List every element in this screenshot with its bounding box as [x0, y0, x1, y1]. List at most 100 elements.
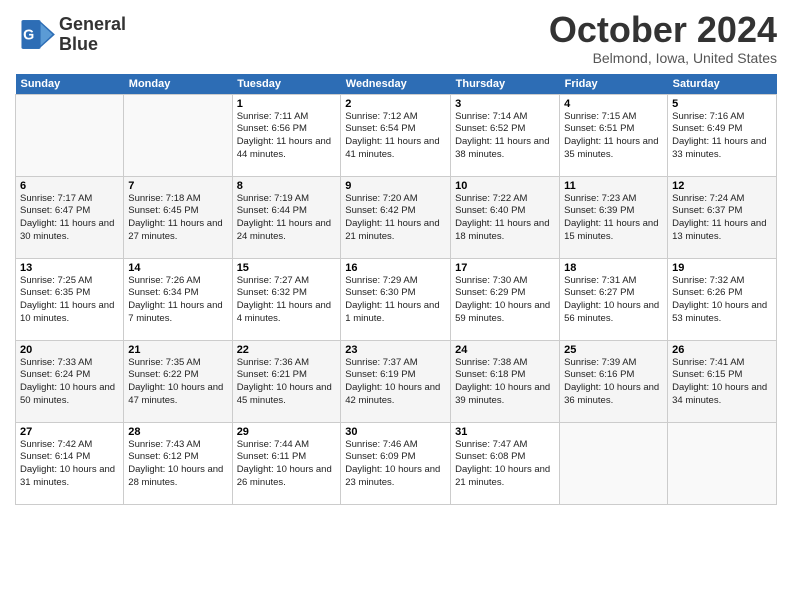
calendar-cell: 29Sunrise: 7:44 AM Sunset: 6:11 PM Dayli…: [232, 422, 341, 504]
calendar-cell: 8Sunrise: 7:19 AM Sunset: 6:44 PM Daylig…: [232, 176, 341, 258]
day-info: Sunrise: 7:17 AM Sunset: 6:47 PM Dayligh…: [20, 193, 119, 244]
calendar-cell: 2Sunrise: 7:12 AM Sunset: 6:54 PM Daylig…: [341, 94, 451, 176]
day-number: 29: [237, 426, 337, 438]
day-number: 5: [672, 98, 772, 110]
day-info: Sunrise: 7:44 AM Sunset: 6:11 PM Dayligh…: [237, 439, 337, 490]
calendar-cell: 19Sunrise: 7:32 AM Sunset: 6:26 PM Dayli…: [668, 258, 777, 340]
day-number: 3: [455, 98, 555, 110]
day-number: 31: [455, 426, 555, 438]
calendar-cell: 7Sunrise: 7:18 AM Sunset: 6:45 PM Daylig…: [124, 176, 232, 258]
day-info: Sunrise: 7:33 AM Sunset: 6:24 PM Dayligh…: [20, 357, 119, 408]
day-info: Sunrise: 7:35 AM Sunset: 6:22 PM Dayligh…: [128, 357, 227, 408]
day-info: Sunrise: 7:42 AM Sunset: 6:14 PM Dayligh…: [20, 439, 119, 490]
calendar-cell: 5Sunrise: 7:16 AM Sunset: 6:49 PM Daylig…: [668, 94, 777, 176]
day-info: Sunrise: 7:16 AM Sunset: 6:49 PM Dayligh…: [672, 111, 772, 162]
calendar-cell: 28Sunrise: 7:43 AM Sunset: 6:12 PM Dayli…: [124, 422, 232, 504]
calendar-cell: 9Sunrise: 7:20 AM Sunset: 6:42 PM Daylig…: [341, 176, 451, 258]
logo-icon: G: [15, 17, 55, 52]
calendar-cell: 15Sunrise: 7:27 AM Sunset: 6:32 PM Dayli…: [232, 258, 341, 340]
day-info: Sunrise: 7:37 AM Sunset: 6:19 PM Dayligh…: [345, 357, 446, 408]
day-number: 17: [455, 262, 555, 274]
day-number: 22: [237, 344, 337, 356]
title-section: October 2024 Belmond, Iowa, United State…: [549, 10, 777, 66]
month-title: October 2024: [549, 10, 777, 50]
day-number: 7: [128, 180, 227, 192]
calendar-cell: 12Sunrise: 7:24 AM Sunset: 6:37 PM Dayli…: [668, 176, 777, 258]
calendar-cell: [560, 422, 668, 504]
day-number: 9: [345, 180, 446, 192]
day-number: 19: [672, 262, 772, 274]
day-info: Sunrise: 7:24 AM Sunset: 6:37 PM Dayligh…: [672, 193, 772, 244]
day-info: Sunrise: 7:18 AM Sunset: 6:45 PM Dayligh…: [128, 193, 227, 244]
calendar-cell: 14Sunrise: 7:26 AM Sunset: 6:34 PM Dayli…: [124, 258, 232, 340]
calendar-week-2: 6Sunrise: 7:17 AM Sunset: 6:47 PM Daylig…: [16, 176, 777, 258]
day-info: Sunrise: 7:25 AM Sunset: 6:35 PM Dayligh…: [20, 275, 119, 326]
day-info: Sunrise: 7:38 AM Sunset: 6:18 PM Dayligh…: [455, 357, 555, 408]
day-number: 24: [455, 344, 555, 356]
day-info: Sunrise: 7:11 AM Sunset: 6:56 PM Dayligh…: [237, 111, 337, 162]
header-row: Sunday Monday Tuesday Wednesday Thursday…: [16, 74, 777, 95]
col-tuesday: Tuesday: [232, 74, 341, 95]
calendar-cell: 26Sunrise: 7:41 AM Sunset: 6:15 PM Dayli…: [668, 340, 777, 422]
calendar-week-1: 1Sunrise: 7:11 AM Sunset: 6:56 PM Daylig…: [16, 94, 777, 176]
svg-text:G: G: [23, 28, 34, 44]
day-number: 16: [345, 262, 446, 274]
calendar-cell: 27Sunrise: 7:42 AM Sunset: 6:14 PM Dayli…: [16, 422, 124, 504]
day-number: 8: [237, 180, 337, 192]
calendar-cell: [124, 94, 232, 176]
day-number: 11: [564, 180, 663, 192]
day-number: 4: [564, 98, 663, 110]
day-number: 15: [237, 262, 337, 274]
day-number: 1: [237, 98, 337, 110]
calendar-cell: 21Sunrise: 7:35 AM Sunset: 6:22 PM Dayli…: [124, 340, 232, 422]
day-number: 10: [455, 180, 555, 192]
calendar-cell: 16Sunrise: 7:29 AM Sunset: 6:30 PM Dayli…: [341, 258, 451, 340]
location-subtitle: Belmond, Iowa, United States: [549, 50, 777, 66]
calendar-cell: 10Sunrise: 7:22 AM Sunset: 6:40 PM Dayli…: [451, 176, 560, 258]
calendar-cell: [668, 422, 777, 504]
col-sunday: Sunday: [16, 74, 124, 95]
calendar-cell: 30Sunrise: 7:46 AM Sunset: 6:09 PM Dayli…: [341, 422, 451, 504]
col-thursday: Thursday: [451, 74, 560, 95]
day-number: 21: [128, 344, 227, 356]
calendar-table: Sunday Monday Tuesday Wednesday Thursday…: [15, 74, 777, 505]
day-number: 18: [564, 262, 663, 274]
calendar-cell: 31Sunrise: 7:47 AM Sunset: 6:08 PM Dayli…: [451, 422, 560, 504]
day-info: Sunrise: 7:27 AM Sunset: 6:32 PM Dayligh…: [237, 275, 337, 326]
day-info: Sunrise: 7:15 AM Sunset: 6:51 PM Dayligh…: [564, 111, 663, 162]
calendar-cell: 24Sunrise: 7:38 AM Sunset: 6:18 PM Dayli…: [451, 340, 560, 422]
day-info: Sunrise: 7:39 AM Sunset: 6:16 PM Dayligh…: [564, 357, 663, 408]
calendar-cell: 3Sunrise: 7:14 AM Sunset: 6:52 PM Daylig…: [451, 94, 560, 176]
day-number: 28: [128, 426, 227, 438]
day-number: 26: [672, 344, 772, 356]
col-saturday: Saturday: [668, 74, 777, 95]
day-number: 6: [20, 180, 119, 192]
day-info: Sunrise: 7:32 AM Sunset: 6:26 PM Dayligh…: [672, 275, 772, 326]
day-info: Sunrise: 7:26 AM Sunset: 6:34 PM Dayligh…: [128, 275, 227, 326]
day-info: Sunrise: 7:43 AM Sunset: 6:12 PM Dayligh…: [128, 439, 227, 490]
header: G General Blue October 2024 Belmond, Iow…: [15, 10, 777, 66]
calendar-week-3: 13Sunrise: 7:25 AM Sunset: 6:35 PM Dayli…: [16, 258, 777, 340]
day-number: 27: [20, 426, 119, 438]
col-friday: Friday: [560, 74, 668, 95]
day-info: Sunrise: 7:31 AM Sunset: 6:27 PM Dayligh…: [564, 275, 663, 326]
calendar-cell: 25Sunrise: 7:39 AM Sunset: 6:16 PM Dayli…: [560, 340, 668, 422]
col-monday: Monday: [124, 74, 232, 95]
calendar-cell: 17Sunrise: 7:30 AM Sunset: 6:29 PM Dayli…: [451, 258, 560, 340]
day-number: 25: [564, 344, 663, 356]
calendar-cell: 20Sunrise: 7:33 AM Sunset: 6:24 PM Dayli…: [16, 340, 124, 422]
day-info: Sunrise: 7:36 AM Sunset: 6:21 PM Dayligh…: [237, 357, 337, 408]
calendar-cell: 22Sunrise: 7:36 AM Sunset: 6:21 PM Dayli…: [232, 340, 341, 422]
page-container: G General Blue October 2024 Belmond, Iow…: [0, 0, 792, 515]
day-number: 23: [345, 344, 446, 356]
day-info: Sunrise: 7:46 AM Sunset: 6:09 PM Dayligh…: [345, 439, 446, 490]
day-info: Sunrise: 7:47 AM Sunset: 6:08 PM Dayligh…: [455, 439, 555, 490]
calendar-week-4: 20Sunrise: 7:33 AM Sunset: 6:24 PM Dayli…: [16, 340, 777, 422]
calendar-cell: 1Sunrise: 7:11 AM Sunset: 6:56 PM Daylig…: [232, 94, 341, 176]
logo: G General Blue: [15, 15, 126, 55]
day-info: Sunrise: 7:23 AM Sunset: 6:39 PM Dayligh…: [564, 193, 663, 244]
calendar-cell: 4Sunrise: 7:15 AM Sunset: 6:51 PM Daylig…: [560, 94, 668, 176]
logo-text: General Blue: [59, 15, 126, 55]
day-number: 20: [20, 344, 119, 356]
day-info: Sunrise: 7:14 AM Sunset: 6:52 PM Dayligh…: [455, 111, 555, 162]
